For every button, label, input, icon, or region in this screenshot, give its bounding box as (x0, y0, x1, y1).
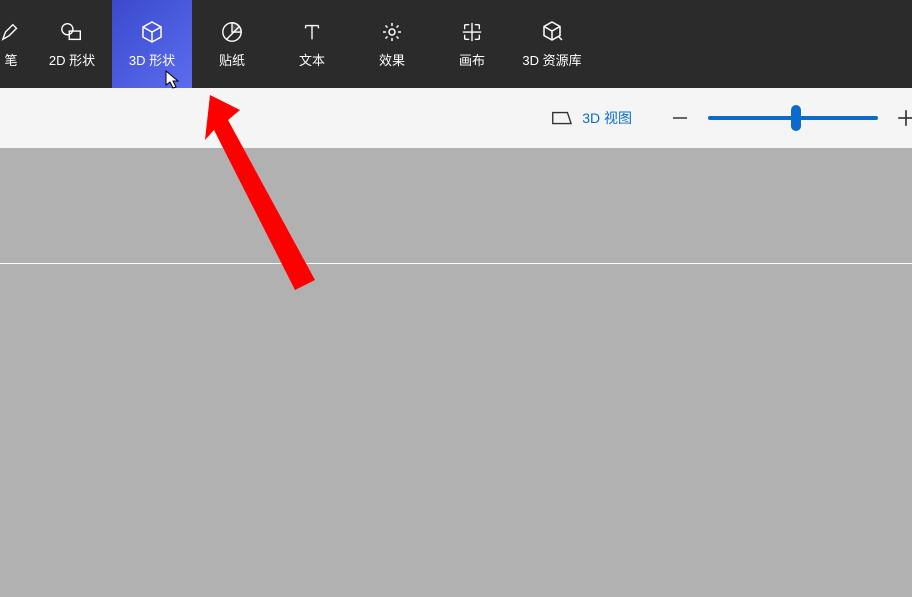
zoom-slider-thumb[interactable] (791, 105, 801, 131)
toolbar-item-stickers[interactable]: 贴纸 (192, 0, 272, 88)
zoom-in-button[interactable] (892, 104, 912, 132)
toolbar-label: 文本 (299, 50, 325, 69)
toolbar-item-effects[interactable]: 效果 (352, 0, 432, 88)
toolbar-item-text[interactable]: 文本 (272, 0, 352, 88)
toolbar-item-2d-shapes[interactable]: 2D 形状 (32, 0, 112, 88)
effects-icon (380, 20, 404, 44)
zoom-controls (666, 104, 912, 132)
canvas-area[interactable] (0, 148, 912, 597)
toolbar-label: 2D 形状 (49, 50, 95, 69)
pen-icon (0, 20, 22, 44)
3d-view-icon (550, 109, 572, 127)
toolbar-item-pen[interactable]: 笔 (0, 0, 32, 88)
canvas-guide-line (0, 263, 912, 264)
3d-view-label: 3D 视图 (582, 108, 632, 128)
library-3d-icon (540, 20, 564, 44)
sticker-icon (221, 20, 243, 44)
text-icon (301, 20, 323, 44)
3d-view-toggle[interactable]: 3D 视图 (550, 108, 632, 128)
shape-3d-icon (140, 20, 164, 44)
toolbar-label: 贴纸 (219, 50, 245, 69)
toolbar-label: 效果 (379, 50, 405, 69)
toolbar-label: 笔 (4, 50, 17, 69)
toolbar-label: 3D 形状 (129, 50, 175, 69)
shape-2d-icon (60, 20, 84, 44)
zoom-slider[interactable] (708, 116, 878, 120)
toolbar-label: 画布 (459, 50, 485, 69)
top-toolbar: 笔 2D 形状 3D 形状 贴纸 (0, 0, 912, 88)
canvas-icon (461, 20, 483, 44)
toolbar-item-3d-shapes[interactable]: 3D 形状 (112, 0, 192, 88)
sub-toolbar: 3D 视图 (0, 88, 912, 148)
toolbar-item-canvas[interactable]: 画布 (432, 0, 512, 88)
zoom-out-button[interactable] (666, 104, 694, 132)
toolbar-label: 3D 资源库 (522, 50, 581, 69)
toolbar-item-3d-library[interactable]: 3D 资源库 (512, 0, 592, 88)
